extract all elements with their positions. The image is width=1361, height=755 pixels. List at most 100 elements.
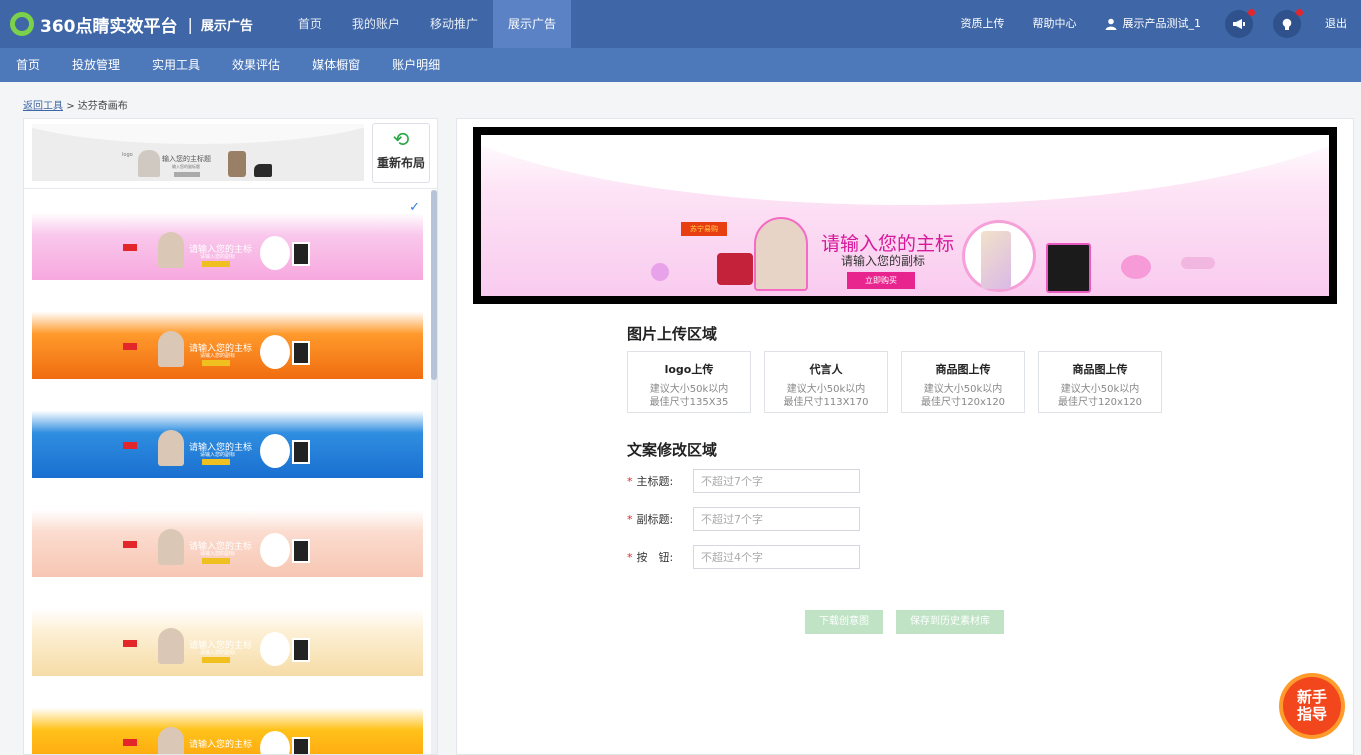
template-phone-image (292, 737, 310, 754)
template-button (202, 261, 230, 267)
tips-button[interactable] (1273, 9, 1303, 38)
announcement-button[interactable] (1225, 9, 1255, 38)
breadcrumb: 返回工具 > 达芬奇画布 (23, 97, 128, 112)
sub-title-input[interactable] (693, 507, 860, 531)
upload-card-dimension: 最佳尺寸120x120 (1057, 397, 1143, 408)
banner-brand-logo: 苏宁易购 (681, 222, 727, 236)
preview-subtitle: 输入您的副标题 (172, 164, 200, 169)
template-product-ring (260, 731, 290, 754)
sub-nav-billing[interactable]: 账户明细 (376, 48, 456, 82)
sub-nav-home[interactable]: 首页 (0, 48, 56, 82)
preview-product-shoe (254, 164, 272, 177)
guide-line-1: 新手 (1296, 688, 1327, 706)
back-to-tools-link[interactable]: 返回工具 (23, 101, 63, 112)
top-nav-mobile[interactable]: 移动推广 (415, 0, 493, 48)
template-thumbnail[interactable]: 请输入您的主标 (32, 693, 423, 754)
help-center-link[interactable]: 帮助中心 (1019, 0, 1091, 48)
required-mark: * (627, 551, 633, 564)
main-title-input[interactable] (693, 469, 860, 493)
download-creative-button[interactable]: 下载创意图 (805, 610, 883, 634)
guide-badge: 新手 指导 (1283, 677, 1341, 735)
template-product-ring (260, 632, 290, 666)
template-model-image (158, 727, 184, 754)
button-text-input[interactable] (693, 545, 860, 569)
template-thumbnail[interactable]: 请输入您的主标 请输入您的副标 (32, 297, 423, 379)
banner-preview-frame: 苏宁易购 请输入您的主标 请输入您的副标 立即购买 (473, 127, 1337, 304)
upload-spokesperson-card[interactable]: 代言人 建议大小50k以内 最佳尺寸113X170 (764, 351, 888, 413)
preview-arc (32, 124, 364, 144)
logout-link[interactable]: 退出 (1311, 0, 1361, 48)
banner-phone-image-1 (981, 231, 1011, 289)
sub-nav-tools[interactable]: 实用工具 (136, 48, 216, 82)
template-thumbnail[interactable]: 请输入您的主标 请输入您的副标 (32, 396, 423, 478)
save-to-library-button[interactable]: 保存到历史素材库 (896, 610, 1004, 634)
template-phone-image (292, 242, 310, 266)
app-logo[interactable]: 360点睛实效平台 | 展示广告 (0, 0, 253, 48)
preview-button (174, 172, 200, 177)
template-subtitle: 请输入您的副标 (200, 353, 236, 359)
template-model-image (158, 232, 184, 268)
template-product-ring (260, 335, 290, 369)
upload-card-size: 建议大小50k以内 (1060, 384, 1140, 395)
required-mark: * (627, 513, 633, 526)
upload-card-size: 建议大小50k以内 (923, 384, 1003, 395)
relayout-button[interactable]: ⟲ 重新布局 (372, 123, 430, 183)
template-brand-badge (123, 739, 137, 746)
banner-decor-ball (651, 263, 669, 281)
template-brand-badge (123, 541, 137, 548)
user-menu[interactable]: 展示产品测试_1 (1091, 0, 1216, 48)
button-text-label-text: 按 钮: (636, 551, 674, 564)
template-thumbnail[interactable]: 请输入您的主标 请输入您的副标 ✓ (32, 198, 423, 280)
upload-card-dimension: 最佳尺寸113X170 (783, 397, 869, 408)
top-nav-account[interactable]: 我的账户 (337, 0, 415, 48)
template-thumbnail[interactable]: 请输入您的主标 请输入您的副标 (32, 594, 423, 676)
sub-nav-delivery[interactable]: 投放管理 (56, 48, 136, 82)
template-button (202, 558, 230, 564)
guide-line-2: 指导 (1296, 705, 1327, 723)
logo-separator: | (187, 14, 193, 34)
upload-card-hint: 建议大小50k以内 最佳尺寸113X170 (765, 383, 887, 409)
qualification-upload-link[interactable]: 资质上传 (947, 0, 1019, 48)
template-scrollbar-thumb[interactable] (431, 190, 437, 380)
top-nav-home[interactable]: 首页 (283, 0, 337, 48)
layout-preview-area: logo 输入您的主标题 输入您的副标题 ⟲ 重新布局 (24, 119, 437, 189)
selected-check-icon: ✓ (409, 200, 420, 215)
template-button (202, 360, 230, 366)
logo-text: 360点睛实效平台 (40, 16, 178, 37)
template-brand-badge (123, 442, 137, 449)
banner-cta-button: 立即购买 (847, 272, 915, 289)
template-subtitle: 请输入您的副标 (200, 254, 236, 260)
main-title-row: * 主标题: (627, 469, 860, 493)
top-nav-display-ads[interactable]: 展示广告 (492, 0, 571, 48)
sub-nav-evaluation[interactable]: 效果评估 (216, 48, 296, 82)
layout-preview: logo 输入您的主标题 输入您的副标题 (32, 124, 364, 181)
preview-logo: logo (122, 152, 133, 158)
template-model-image (158, 529, 184, 565)
template-model-image (158, 331, 184, 367)
upload-section-title: 图片上传区域 (627, 325, 718, 343)
banner-bag-image (717, 253, 753, 285)
announcement-dot (1248, 9, 1255, 16)
upload-card-size: 建议大小50k以内 (786, 384, 866, 395)
button-text-label: * 按 钮: (627, 549, 693, 565)
template-list[interactable]: 请输入您的主标 请输入您的副标 ✓ 请输入您的主标 请输入您的副标 请输入您的主标 请输入您… (24, 190, 437, 754)
tips-dot (1296, 9, 1303, 16)
main-title-label: * 主标题: (627, 473, 693, 489)
upload-cards: logo上传 建议大小50k以内 最佳尺寸135X35 代言人 建议大小50k以内… (627, 351, 1175, 413)
sub-title-label: * 副标题: (627, 511, 693, 527)
relayout-label: 重新布局 (376, 156, 425, 170)
banner-model-image (754, 217, 808, 291)
template-brand-badge (123, 244, 137, 251)
sub-nav-showcase[interactable]: 媒体橱窗 (296, 48, 376, 82)
preview-product-coat (228, 151, 246, 177)
template-product-ring (260, 533, 290, 567)
template-thumbnail[interactable]: 请输入您的主标 请输入您的副标 (32, 495, 423, 577)
upload-product-card-1[interactable]: 商品图上传 建议大小50k以内 最佳尺寸120x120 (901, 351, 1025, 413)
upload-product-card-2[interactable]: 商品图上传 建议大小50k以内 最佳尺寸120x120 (1038, 351, 1162, 413)
user-icon (1105, 18, 1116, 30)
upload-logo-card[interactable]: logo上传 建议大小50k以内 最佳尺寸135X35 (627, 351, 751, 413)
template-model-image (158, 628, 184, 664)
beginner-guide-button[interactable]: 新手 指导 (1279, 673, 1345, 739)
breadcrumb-current: 达芬奇画布 (77, 101, 128, 112)
banner-decor-leaf (1181, 257, 1215, 269)
